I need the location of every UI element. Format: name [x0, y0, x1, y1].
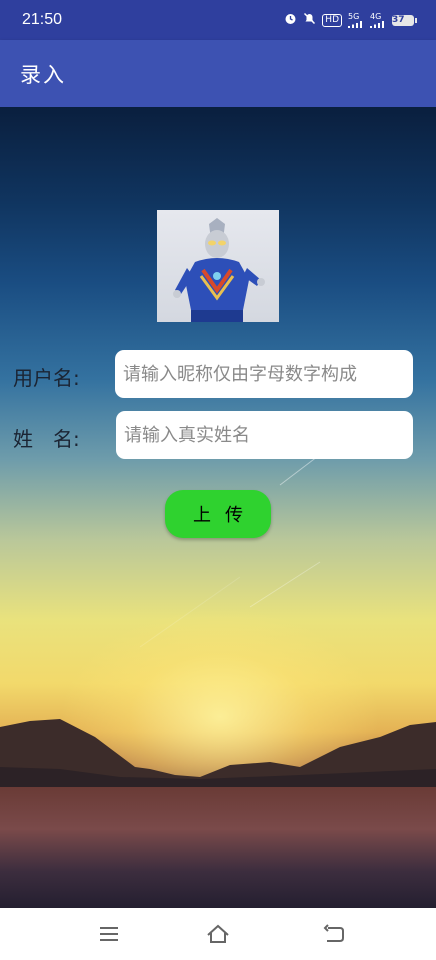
status-time: 21:50: [22, 11, 63, 28]
status-bar: 21:50 HD 5G 4G 37: [0, 0, 436, 40]
menu-icon[interactable]: [97, 922, 121, 946]
status-icons: HD 5G 4G 37: [284, 11, 417, 28]
hero-figure-icon: [173, 218, 265, 322]
4g-label: 4G: [370, 11, 382, 21]
hd-icon: HD: [322, 13, 342, 27]
battery-icon: 37: [392, 14, 417, 26]
username-input[interactable]: [115, 350, 413, 398]
5g-signal-icon: 5G: [348, 11, 364, 28]
page-title: 录入: [20, 62, 66, 87]
mute-icon: [303, 12, 316, 28]
username-label: 用户名:: [13, 366, 80, 390]
home-icon[interactable]: [206, 922, 230, 946]
name-label: 姓 名:: [13, 427, 80, 451]
name-input[interactable]: [116, 411, 413, 459]
app-bar: 录入: [0, 40, 436, 107]
avatar[interactable]: [157, 210, 279, 322]
back-icon[interactable]: [322, 922, 346, 946]
5g-label: 5G: [348, 11, 360, 21]
navigation-bar: [0, 908, 436, 960]
upload-button[interactable]: 上传: [165, 490, 271, 538]
alarm-icon: [284, 12, 297, 28]
4g-signal-icon: 4G: [370, 11, 386, 28]
